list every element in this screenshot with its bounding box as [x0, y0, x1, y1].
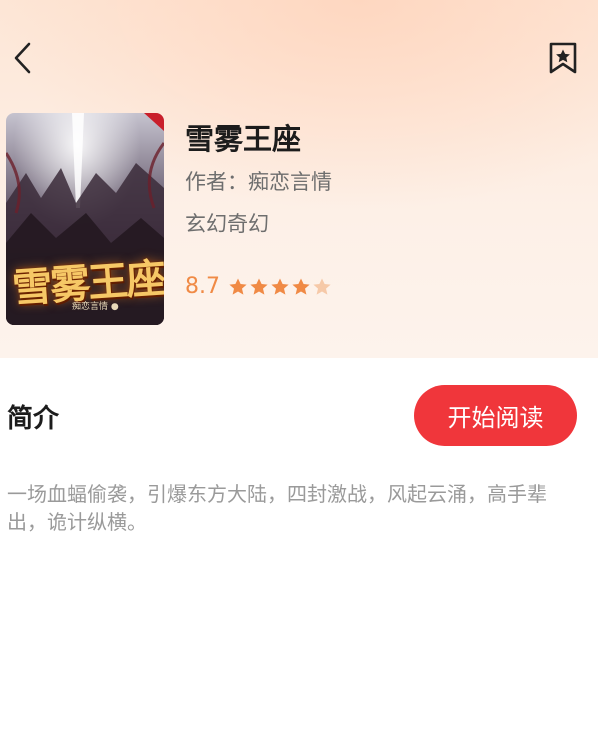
book-detail-page: 雪雾王座 痴恋言情 ● 雪雾王座 作者：痴恋言情 玄幻奇幻 8.7 简介 开始阅…: [0, 0, 598, 733]
bookmark-button[interactable]: [546, 40, 580, 76]
rating: 8.7: [185, 274, 333, 299]
star-filled-icon: [271, 278, 289, 295]
bookmark-star-icon: [549, 42, 577, 74]
rating-score: 8.7: [185, 274, 220, 299]
book-author[interactable]: 作者：痴恋言情: [185, 166, 332, 196]
rating-stars: [228, 277, 333, 297]
star-filled-icon: [292, 278, 310, 295]
back-button[interactable]: [8, 40, 38, 76]
intro-text: 一场血蝠偷袭，引爆东方大陆，四封激战，风起云涌，高手辈出，诡计纵横。: [7, 482, 547, 534]
star-filled-icon: [250, 278, 268, 295]
start-reading-button[interactable]: 开始阅读: [414, 385, 577, 446]
intro-heading: 简介: [7, 404, 60, 434]
book-cover[interactable]: 雪雾王座 痴恋言情 ●: [6, 113, 164, 325]
book-title: 雪雾王座: [185, 122, 302, 156]
book-genre[interactable]: 玄幻奇幻: [185, 208, 269, 238]
book-header: 雪雾王座 痴恋言情 ● 雪雾王座 作者：痴恋言情 玄幻奇幻 8.7: [0, 0, 598, 358]
star-filled-icon: [229, 278, 247, 295]
cover-author: 痴恋言情 ●: [72, 302, 119, 312]
star-empty-icon: [313, 278, 331, 295]
chevron-left-icon: [14, 42, 31, 74]
